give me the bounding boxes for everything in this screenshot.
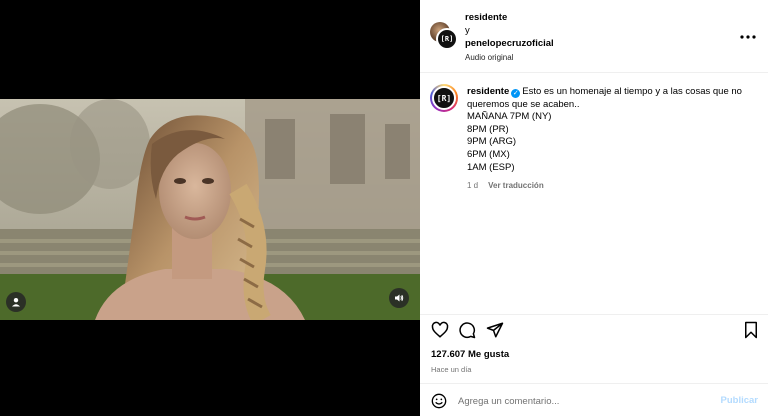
schedule-line: 9PM (ARG) xyxy=(467,136,517,148)
post-details-panel: [R] residente y penelopecruzoficial Audi… xyxy=(420,0,768,416)
user-tag-icon xyxy=(12,298,20,307)
schedule-line: MAÑANA 7PM (NY) xyxy=(467,111,552,123)
comment-bar: Publicar xyxy=(420,383,768,416)
video-frame-image xyxy=(0,99,420,320)
more-horizontal-icon xyxy=(740,35,756,39)
audio-link[interactable]: Audio original xyxy=(465,51,554,64)
header-connector: y xyxy=(465,25,470,36)
publish-button[interactable]: Publicar xyxy=(721,395,759,406)
caption-area: [R] residente ✓ Esto es un homenaje al tie… xyxy=(420,74,768,314)
caption-avatar: [R] xyxy=(432,86,456,110)
caption-age[interactable]: 1 d xyxy=(467,181,478,190)
user-tag-button[interactable] xyxy=(6,292,26,312)
schedule-line: 1AM (ESP) xyxy=(467,161,515,173)
avatar-residente: [R] xyxy=(436,28,458,50)
caption-body: residente ✓ Esto es un homenaje al tiempo … xyxy=(467,86,752,193)
comment-input[interactable] xyxy=(458,394,708,408)
caption-avatar-logo: [R] xyxy=(436,93,452,103)
more-options-button[interactable] xyxy=(740,26,756,42)
caption-meta: 1 d Ver traducción xyxy=(467,180,752,193)
schedule-line: 8PM (PR) xyxy=(467,123,509,135)
header-username-penelope[interactable]: penelopecruzoficial xyxy=(465,37,554,50)
header-username-residente[interactable]: residente xyxy=(465,11,554,24)
heart-icon[interactable] xyxy=(431,321,449,339)
volume-icon xyxy=(395,294,404,302)
see-translation-link[interactable]: Ver traducción xyxy=(488,181,544,190)
media-pane xyxy=(0,0,420,416)
caption-username[interactable]: residente xyxy=(467,86,509,97)
share-icon[interactable] xyxy=(486,321,504,339)
verified-badge-icon: ✓ xyxy=(511,89,521,98)
avatar-logo-text: [R] xyxy=(440,35,454,43)
bookmark-icon[interactable] xyxy=(742,321,760,339)
action-bar xyxy=(420,314,768,344)
header-usernames: residente y penelopecruzoficial Audio or… xyxy=(465,11,554,64)
emoji-icon[interactable] xyxy=(431,393,447,409)
schedule-line: 6PM (MX) xyxy=(467,148,510,160)
post-header: [R] residente y penelopecruzoficial Audi… xyxy=(420,0,768,73)
caption-avatar-ring[interactable]: [R] xyxy=(430,84,458,112)
collab-avatars[interactable]: [R] xyxy=(430,22,458,50)
video-player[interactable] xyxy=(0,99,420,320)
comment-icon[interactable] xyxy=(458,321,476,339)
likes-count[interactable]: 127.607 Me gusta xyxy=(431,349,509,360)
caption-line: residente ✓ Esto es un homenaje al tiempo … xyxy=(467,86,752,111)
post-age: Hace un día xyxy=(431,365,472,374)
sound-toggle-button[interactable] xyxy=(389,288,409,308)
